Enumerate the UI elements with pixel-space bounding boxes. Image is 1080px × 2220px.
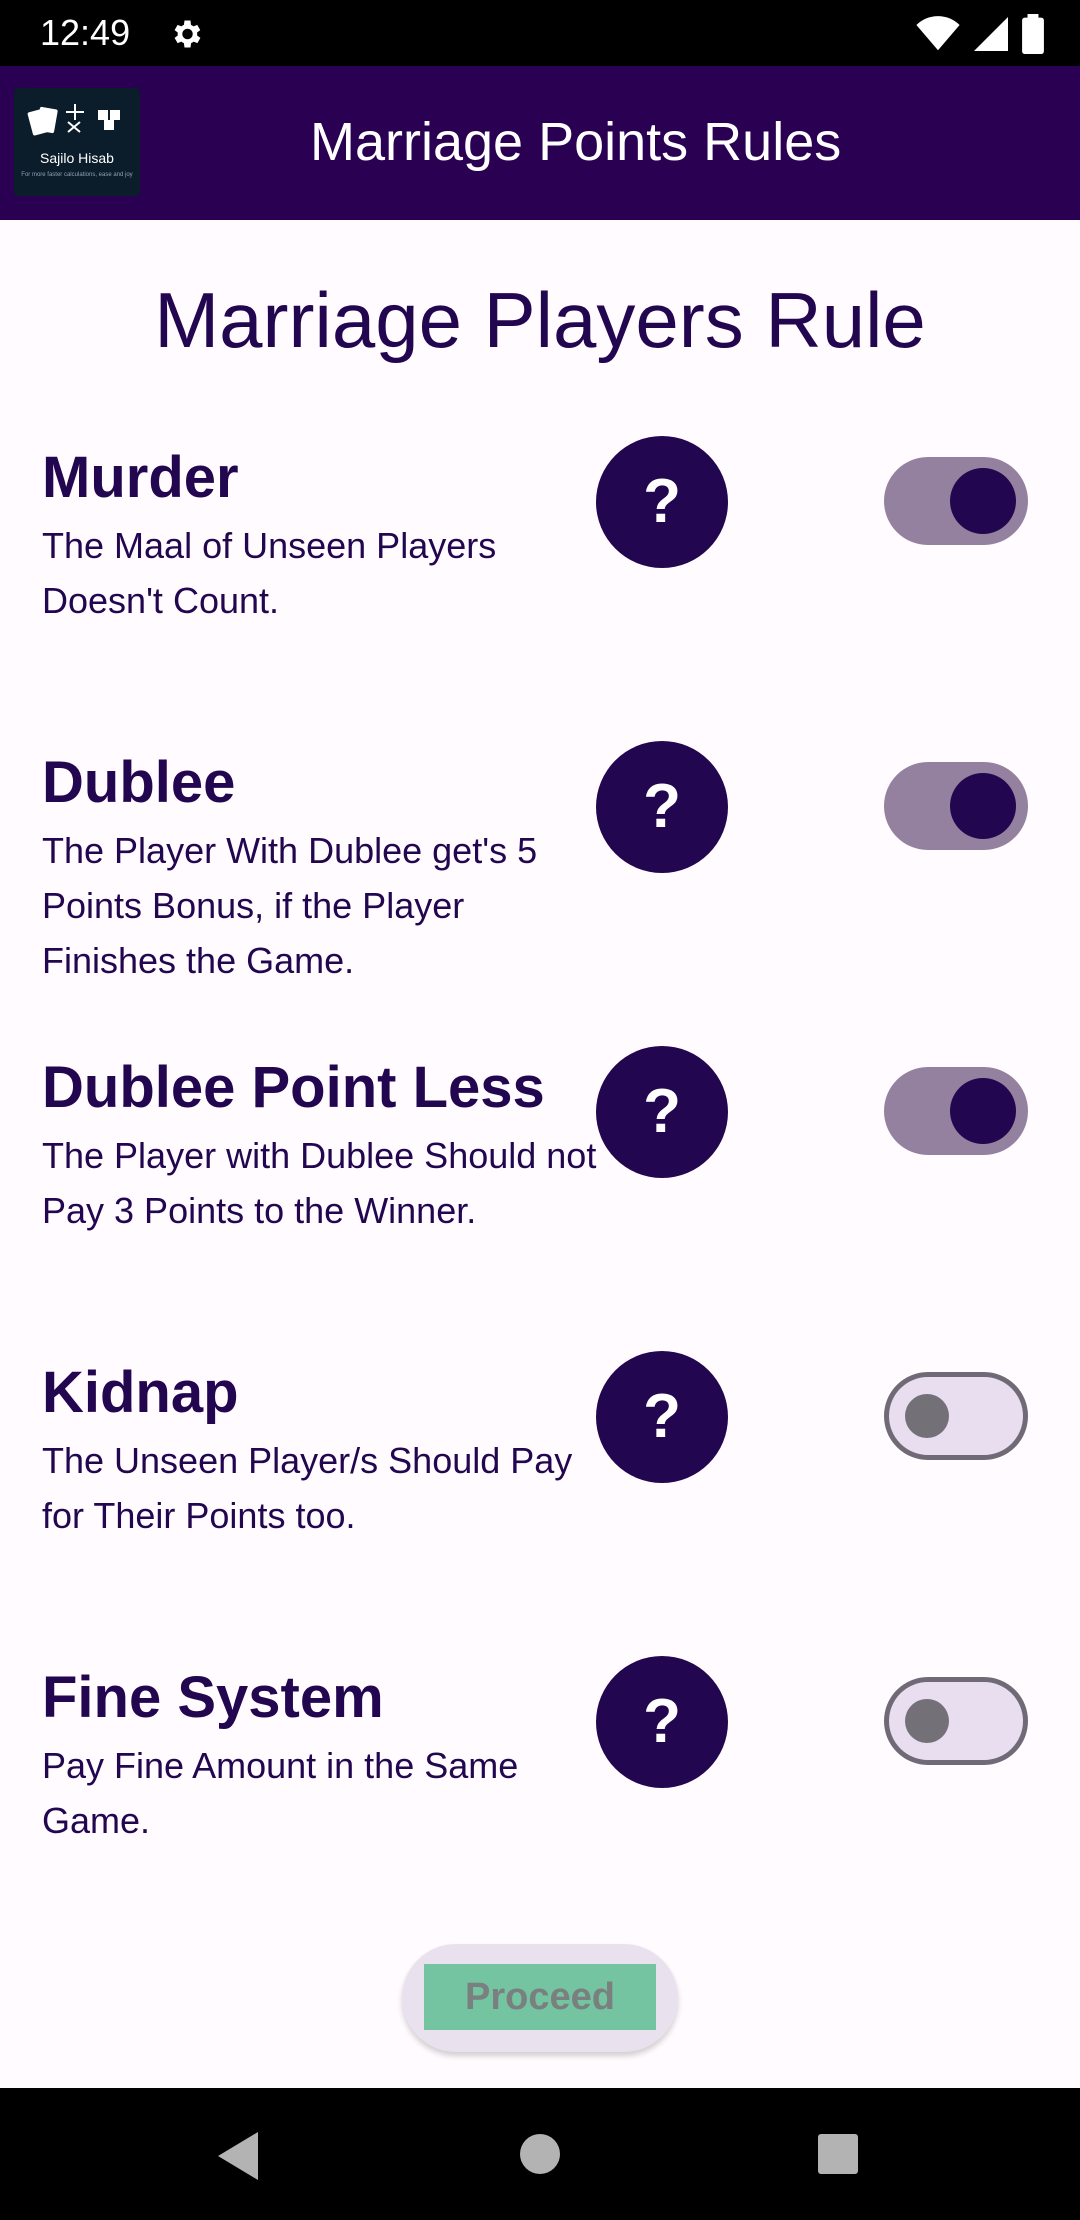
rule-murder: Murder The Maal of Unseen Players Doesn'… [0,436,1080,702]
rule-description: The Maal of Unseen Players Doesn't Count… [42,525,497,621]
recents-icon[interactable] [818,2134,858,2174]
rule-title: Dublee [42,750,236,815]
rule-toggle[interactable] [884,1372,1028,1460]
status-bar: 12:49 [0,0,1080,66]
rule-toggle[interactable] [884,1677,1028,1765]
toggle-thumb [950,468,1016,534]
logo-text: Sajilo Hisab [40,150,114,166]
back-icon[interactable] [218,2132,258,2180]
proceed-container: Proceed [402,1944,678,2052]
cellular-signal-icon [974,17,1008,51]
battery-icon [1022,14,1044,54]
rule-toggle[interactable] [884,762,1028,850]
app-bar-title: Marriage Points Rules [310,112,842,172]
status-time: 12:49 [40,12,131,53]
toggle-thumb [905,1699,949,1743]
rule-description: The Unseen Player/s Should Pay for Their… [42,1440,573,1536]
help-button[interactable]: ? [596,1656,728,1788]
toggle-thumb [905,1394,949,1438]
help-button[interactable]: ? [596,1351,728,1483]
rule-dublee: Dublee The Player With Dublee get's 5 Po… [0,741,1080,1007]
rule-title: Fine System [42,1665,384,1730]
rule-toggle[interactable] [884,457,1028,545]
rule-title: Dublee Point Less [42,1055,545,1120]
rule-description: The Player with Dublee Should not Pay 3 … [42,1135,597,1231]
rule-description: Pay Fine Amount in the Same Game. [42,1745,519,1841]
rule-title: Murder [42,445,239,510]
help-button[interactable]: ? [596,436,728,568]
rule-kidnap: Kidnap The Unseen Player/s Should Pay fo… [0,1351,1080,1617]
proceed-button[interactable]: Proceed [424,1964,656,2030]
cards-logo-icon [27,104,120,136]
page-title: Marriage Players Rule [154,276,926,364]
settings-gear-icon [174,20,201,48]
rule-title: Kidnap [42,1360,239,1425]
app-logo: Sajilo Hisab For more faster calculation… [14,88,140,196]
rule-description: The Player With Dublee get's 5 Points Bo… [42,830,538,981]
app-bar: Sajilo Hisab For more faster calculation… [0,66,1080,220]
help-button[interactable]: ? [596,741,728,873]
home-icon[interactable] [520,2134,560,2174]
rule-fine-system: Fine System Pay Fine Amount in the Same … [0,1656,1080,1922]
logo-subtext: For more faster calculations, ease and j… [21,172,133,178]
rule-dublee-point-less: Dublee Point Less The Player with Dublee… [0,1046,1080,1312]
system-nav-bar [0,2088,1080,2220]
wifi-icon [916,16,960,51]
rule-toggle[interactable] [884,1067,1028,1155]
toggle-thumb [950,1078,1016,1144]
toggle-thumb [950,773,1016,839]
help-button[interactable]: ? [596,1046,728,1178]
